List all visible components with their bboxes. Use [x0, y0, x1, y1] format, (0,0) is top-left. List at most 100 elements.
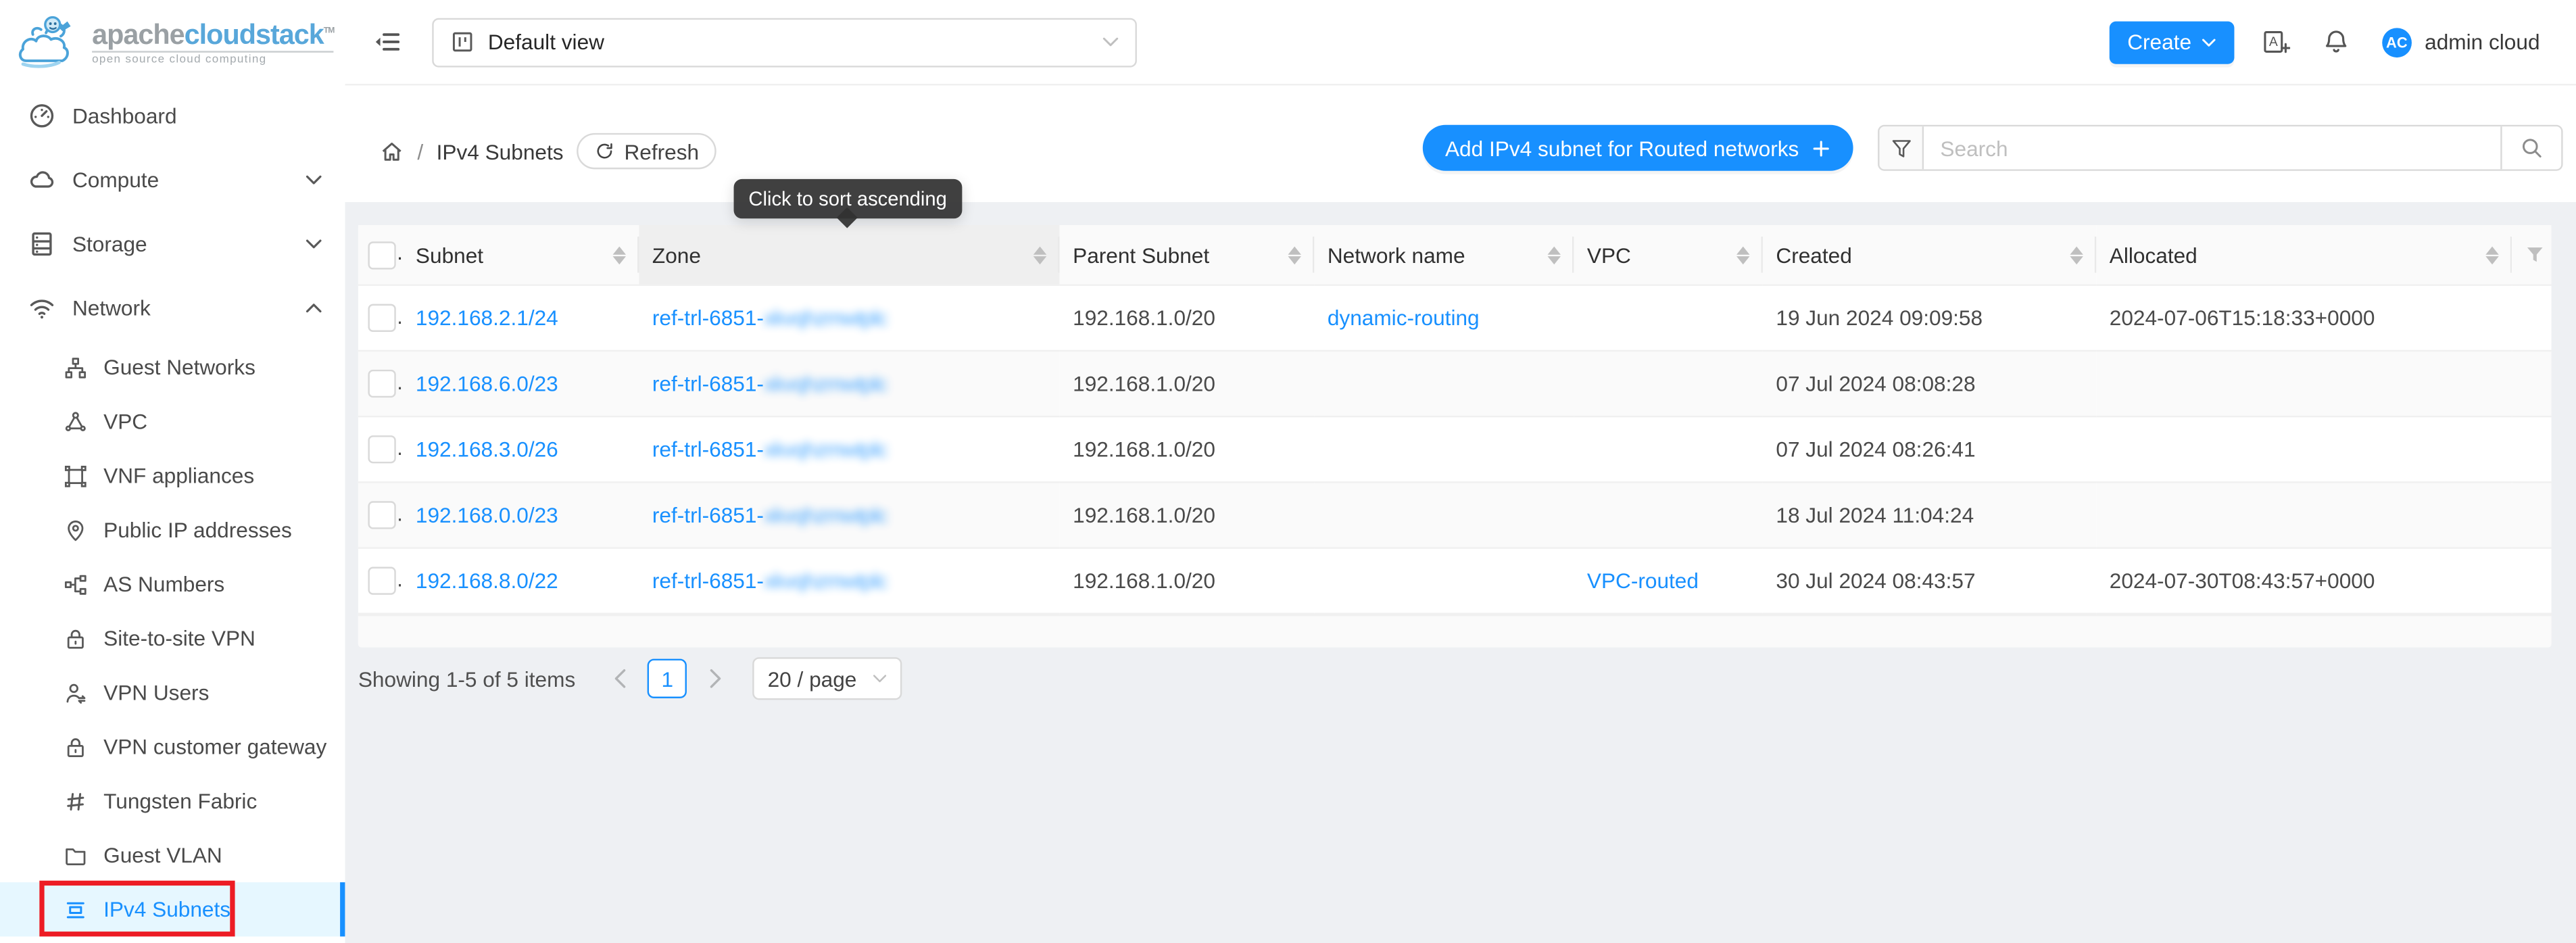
- zone-link[interactable]: ref-trl-6851-xkvqhzmwtplc: [652, 437, 887, 462]
- sidebar-item-site-to-site-vpn[interactable]: Site-to-site VPN: [0, 611, 345, 665]
- parent-subnet-value: 192.168.1.0/20: [1073, 371, 1215, 395]
- sidebar-item-guest-networks[interactable]: Guest Networks: [0, 340, 345, 394]
- create-button-label: Create: [2127, 30, 2191, 54]
- create-button[interactable]: Create: [2109, 20, 2234, 63]
- home-icon[interactable]: [379, 139, 404, 163]
- logo-wordmark: apachecloudstackTM open source cloud com…: [92, 18, 334, 66]
- subnet-link[interactable]: 192.168.0.0/23: [416, 503, 558, 527]
- parent-subnet-value: 192.168.1.0/20: [1073, 306, 1215, 330]
- vpc-link[interactable]: VPC-routed: [1587, 569, 1699, 593]
- row-checkbox[interactable]: [368, 304, 395, 332]
- lock-icon: [64, 627, 87, 650]
- refresh-button[interactable]: Refresh: [577, 133, 717, 169]
- user-name[interactable]: admin cloud: [2425, 30, 2539, 54]
- sorter-icon: [1288, 245, 1301, 264]
- chevron-down-icon: [873, 674, 888, 684]
- row-checkbox[interactable]: [368, 370, 395, 397]
- zone-link[interactable]: ref-trl-6851-xkvqhzmwtplc: [652, 569, 887, 593]
- monkey-cloud-logo-icon: [13, 7, 82, 76]
- chevron-down-icon: [306, 238, 322, 249]
- sidebar-item-guest-vlan[interactable]: Guest VLAN: [0, 828, 345, 882]
- subnet-link[interactable]: 192.168.2.1/24: [416, 306, 558, 330]
- created-value: 30 Jul 2024 08:43:57: [1776, 569, 1975, 593]
- search-icon[interactable]: [2500, 126, 2561, 169]
- chevron-right-icon: [708, 669, 723, 688]
- breadcrumb-separator: /: [417, 139, 423, 163]
- sorter-icon: [1034, 245, 1046, 264]
- sidebar-item-vnf-appliances[interactable]: VNF appliances: [0, 449, 345, 503]
- sidebar-item-public-ip[interactable]: Public IP addresses: [0, 503, 345, 557]
- created-value: 07 Jul 2024 08:08:28: [1776, 371, 1975, 395]
- cloud-icon: [28, 166, 55, 193]
- sorter-icon: [1736, 245, 1749, 264]
- subnet-link[interactable]: 192.168.8.0/22: [416, 569, 558, 593]
- filter-icon[interactable]: [1879, 126, 1924, 169]
- previous-page-button[interactable]: [602, 660, 637, 696]
- sidebar-item-ipv4-subnets[interactable]: IPv4 Subnets: [0, 882, 345, 936]
- sidebar-item-vpn-users[interactable]: VPN Users: [0, 665, 345, 719]
- sidebar-item-label: Tungsten Fabric: [103, 789, 257, 813]
- sidebar-item-label: Compute: [72, 168, 159, 192]
- column-header-allocated[interactable]: Allocated: [2096, 225, 2512, 285]
- user-avatar[interactable]: AC: [2382, 27, 2412, 57]
- pagination-summary: Showing 1-5 of 5 items: [358, 667, 575, 691]
- sidebar-item-label: AS Numbers: [103, 572, 224, 596]
- row-checkbox[interactable]: [368, 501, 395, 529]
- user-switch-icon: [64, 681, 87, 704]
- zone-link[interactable]: ref-trl-6851-xkvqhzmwtplc: [652, 503, 887, 527]
- column-header-vpc[interactable]: VPC: [1574, 225, 1763, 285]
- notification-bell-icon[interactable]: [2323, 28, 2349, 55]
- column-header-zone[interactable]: Zone: [639, 225, 1059, 285]
- topbar: Default view Create A A: [345, 0, 2576, 85]
- sidebar-item-compute[interactable]: Compute: [0, 148, 345, 212]
- sidebar-item-tungsten-fabric[interactable]: Tungsten Fabric: [0, 774, 345, 828]
- column-header-created[interactable]: Created: [1763, 225, 2096, 285]
- sidebar-item-storage[interactable]: Storage: [0, 212, 345, 276]
- page-header: / IPv4 Subnets Refresh Add IPv4 subnet f…: [345, 85, 2576, 202]
- sidebar-item-label: Dashboard: [72, 103, 177, 128]
- page-size-selector[interactable]: 20 / page: [753, 657, 903, 700]
- network-name-link[interactable]: dynamic-routing: [1328, 306, 1480, 330]
- table-footer-strip: [358, 614, 2552, 648]
- reload-icon: [595, 141, 614, 161]
- column-header-network-name[interactable]: Network name: [1314, 225, 1574, 285]
- column-filter-icon[interactable]: [2512, 225, 2551, 285]
- table-header-row: Subnet Zone Parent Subnet Network name V…: [358, 225, 2552, 285]
- lock-icon: [64, 735, 87, 758]
- sidebar-item-network[interactable]: Network: [0, 276, 345, 340]
- sorter-icon: [2485, 245, 2498, 264]
- add-ipv4-subnet-button[interactable]: Add IPv4 subnet for Routed networks: [1422, 125, 1853, 171]
- zone-redacted-text: xkvqhzmwtplc: [764, 306, 887, 330]
- sidebar-item-vpc[interactable]: VPC: [0, 394, 345, 448]
- view-selector-value: Default view: [488, 30, 604, 54]
- view-selector-dropdown[interactable]: Default view: [432, 18, 1137, 67]
- translate-icon[interactable]: A: [2262, 28, 2290, 55]
- search-input[interactable]: [1924, 126, 2500, 169]
- next-page-button[interactable]: [697, 660, 733, 696]
- sidebar-item-vpn-customer-gateway[interactable]: VPN customer gateway: [0, 720, 345, 774]
- parent-subnet-value: 192.168.1.0/20: [1073, 437, 1215, 462]
- subnet-link[interactable]: 192.168.6.0/23: [416, 371, 558, 395]
- cloudstack-logo[interactable]: apachecloudstackTM open source cloud com…: [0, 0, 345, 84]
- page-number-button[interactable]: 1: [648, 659, 687, 698]
- menu-fold-icon[interactable]: [373, 28, 401, 55]
- row-checkbox[interactable]: [368, 435, 395, 463]
- table-row: 192.168.6.0/23 ref-trl-6851-xkvqhzmwtplc 1…: [358, 351, 2552, 416]
- sort-tooltip: Click to sort ascending: [734, 179, 962, 218]
- sidebar-item-dashboard[interactable]: Dashboard: [0, 84, 345, 148]
- table-body: 192.168.2.1/24ref-trl-6851-xkvqhzmwtplc1…: [358, 285, 2552, 614]
- column-header-subnet[interactable]: Subnet: [402, 225, 639, 285]
- plus-icon: [1812, 139, 1830, 157]
- allocated-value: 2024-07-30T08:43:57+0000: [2110, 569, 2375, 593]
- zone-link[interactable]: ref-trl-6851-xkvqhzmwtplc: [652, 306, 887, 330]
- select-all-checkbox[interactable]: [368, 241, 395, 268]
- pagination: Showing 1-5 of 5 items 1 20 / page: [358, 657, 903, 700]
- sorter-icon: [2070, 245, 2083, 264]
- sidebar-item-as-numbers[interactable]: AS Numbers: [0, 557, 345, 611]
- chevron-left-icon: [612, 669, 627, 688]
- project-view-icon: [450, 30, 475, 54]
- subnet-link[interactable]: 192.168.3.0/26: [416, 437, 558, 462]
- row-checkbox[interactable]: [368, 567, 395, 595]
- zone-link[interactable]: ref-trl-6851-xkvqhzmwtplc: [652, 371, 887, 395]
- column-header-parent-subnet[interactable]: Parent Subnet: [1060, 225, 1315, 285]
